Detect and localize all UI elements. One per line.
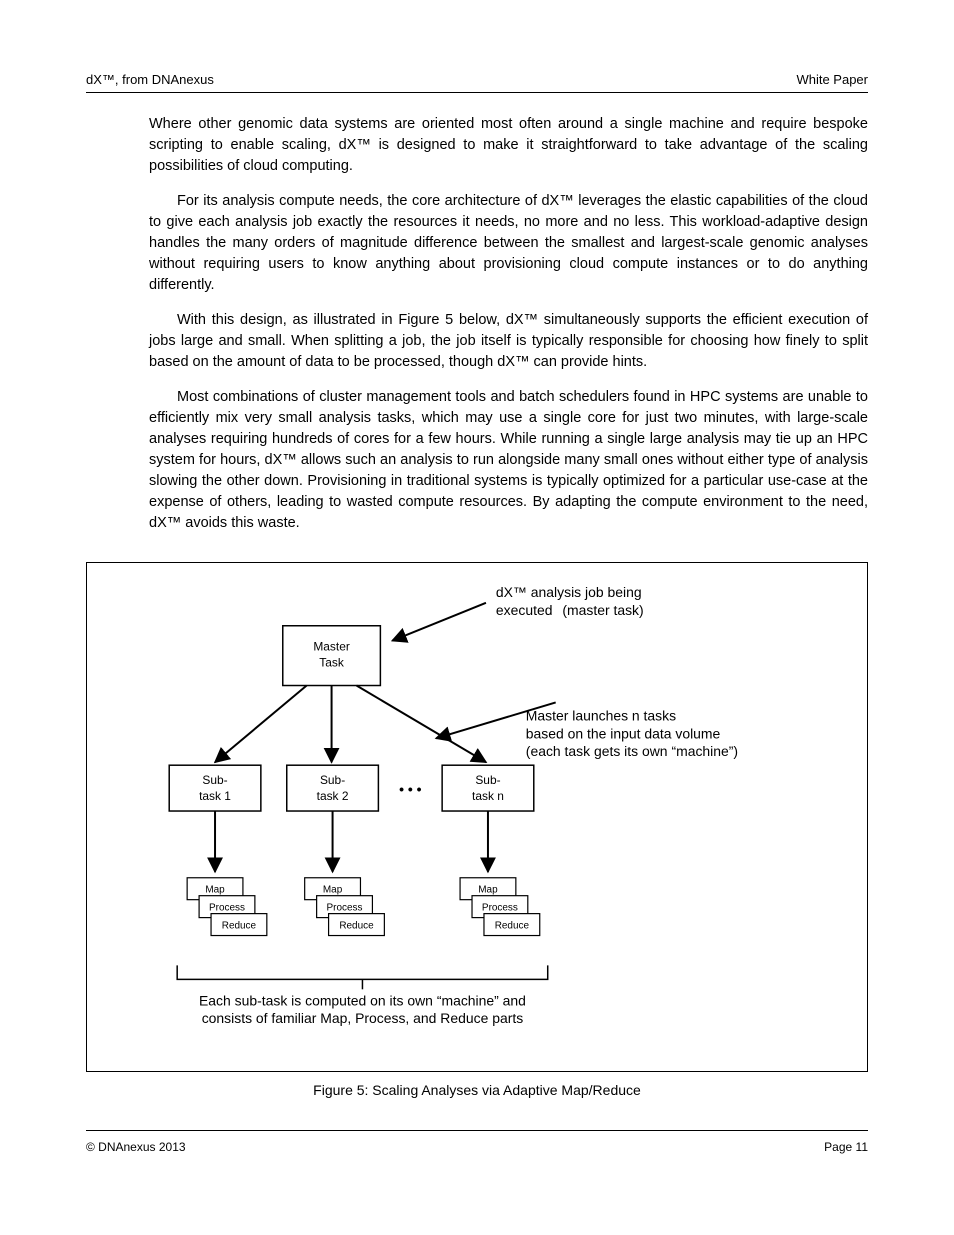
sub2-bot: task 2 xyxy=(317,789,349,803)
sub1-bot: task 1 xyxy=(199,789,231,803)
top-rule xyxy=(86,92,868,93)
bottom-rule xyxy=(86,1130,868,1131)
master-label-top: Master xyxy=(313,640,350,654)
running-head-left: dX™, from DNAnexus xyxy=(86,72,214,87)
fig-mid-label-3: (each task gets its own “machine”) xyxy=(526,743,738,759)
s1-proc: Process xyxy=(209,903,245,914)
figure-svg: Master Task dX™ analysis job being execu… xyxy=(87,563,867,1071)
paragraph-1: Where other genomic data systems are ori… xyxy=(149,114,868,177)
paragraph-2: For its analysis compute needs, the core… xyxy=(149,191,868,296)
sn-reduce: Reduce xyxy=(495,921,530,932)
subn-bot: task n xyxy=(472,789,504,803)
paragraph-4: Most combinations of cluster management … xyxy=(149,387,868,534)
subn-top: Sub- xyxy=(475,773,500,787)
fig-top-label-2: executed (master task) xyxy=(496,602,644,618)
s2-proc: Process xyxy=(327,903,363,914)
fig-ellipsis: • • • xyxy=(399,781,422,797)
bracket-line-1: Each sub-task is computed on its own “ma… xyxy=(199,992,526,1008)
s2-reduce: Reduce xyxy=(339,921,374,932)
s1-map: Map xyxy=(205,885,225,896)
fig-top-label-1: dX™ analysis job being xyxy=(496,584,642,600)
fig-mid-label-1: Master launches n tasks xyxy=(526,707,676,723)
body-text: Where other genomic data systems are ori… xyxy=(149,114,868,548)
sn-proc: Process xyxy=(482,903,518,914)
figure-caption: Figure 5: Scaling Analyses via Adaptive … xyxy=(86,1082,868,1098)
sub1-top: Sub- xyxy=(202,773,227,787)
running-head-right: White Paper xyxy=(796,72,868,87)
footer-left: © DNAnexus 2013 xyxy=(86,1140,186,1154)
footer-right: Page 11 xyxy=(824,1140,868,1154)
master-label-bot: Task xyxy=(319,656,344,670)
paragraph-3: With this design, as illustrated in Figu… xyxy=(149,310,868,373)
s1-reduce: Reduce xyxy=(222,921,257,932)
s2-map: Map xyxy=(323,885,343,896)
fig-mid-label-2: based on the input data volume xyxy=(526,725,721,741)
sub2-top: Sub- xyxy=(320,773,345,787)
sn-map: Map xyxy=(478,885,498,896)
figure-box: Master Task dX™ analysis job being execu… xyxy=(86,562,868,1072)
bracket-line-2: consists of familiar Map, Process, and R… xyxy=(202,1010,524,1026)
